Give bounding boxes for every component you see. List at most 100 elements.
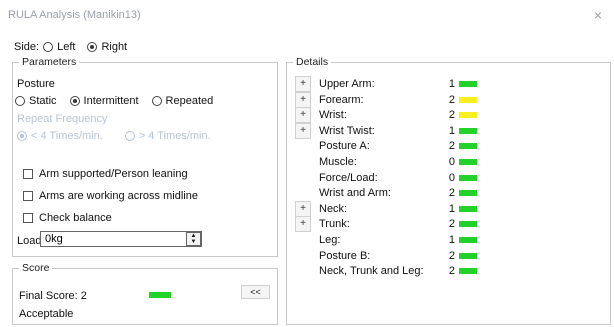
detail-value: 1 xyxy=(448,202,455,215)
posture-repeated-radio[interactable] xyxy=(151,96,162,106)
score-level-bar xyxy=(459,174,477,181)
details-row: + Upper Arm: 1 xyxy=(287,76,612,92)
detail-label: Forearm: xyxy=(319,93,364,106)
detail-label: Wrist: xyxy=(319,109,347,122)
check-balance-checkbox[interactable] xyxy=(23,213,33,223)
posture-intermittent-label[interactable]: Intermittent xyxy=(84,95,139,107)
posture-options: Static Intermittent Repeated xyxy=(15,95,213,107)
detail-value: 2 xyxy=(448,249,455,262)
posture-static-label[interactable]: Static xyxy=(29,95,57,107)
midline-checkbox[interactable] xyxy=(23,191,33,201)
details-row: Force/Load: 0 xyxy=(287,170,612,186)
arm-supported-checkbox[interactable] xyxy=(23,169,33,179)
expand-button[interactable]: + xyxy=(295,200,311,217)
score-level-bar xyxy=(459,143,477,150)
midline-label[interactable]: Arms are working across midline xyxy=(39,190,198,202)
score-level-bar xyxy=(459,127,477,134)
score-level-bar xyxy=(459,237,477,243)
details-row: Posture B: 2 xyxy=(287,248,612,264)
posture-label: Posture xyxy=(17,78,55,90)
arm-supported-row[interactable]: Arm supported/Person leaning xyxy=(23,168,188,180)
arm-supported-label[interactable]: Arm supported/Person leaning xyxy=(39,168,188,180)
side-right-radio[interactable] xyxy=(87,42,98,52)
expand-button[interactable]: + xyxy=(295,216,311,233)
detail-value: 0 xyxy=(448,171,455,184)
load-spinner[interactable]: ▲ ▼ xyxy=(186,232,201,246)
score-level-bar xyxy=(459,268,477,275)
details-row: Neck, Trunk and Leg: 2 xyxy=(287,263,612,279)
check-balance-label[interactable]: Check balance xyxy=(39,212,112,224)
details-row: Wrist and Arm: 2 xyxy=(287,185,612,201)
details-legend: Details xyxy=(296,56,329,68)
repeat-more-radio[interactable] xyxy=(124,131,135,141)
posture-static-radio[interactable] xyxy=(15,96,25,106)
detail-label: Upper Arm: xyxy=(319,78,375,90)
score-level-bar xyxy=(459,159,477,165)
side-left-radio[interactable] xyxy=(43,42,54,52)
rula-dialog: RULA Analysis (Manikin13) × Side: Left R… xyxy=(0,0,614,327)
parameters-group: Parameters Posture Static Intermittent R… xyxy=(12,56,278,257)
detail-label: Muscle: xyxy=(319,156,357,168)
load-input[interactable] xyxy=(40,231,202,247)
repeat-less-radio[interactable] xyxy=(17,131,27,141)
side-label: Side: xyxy=(14,41,40,53)
detail-value: 2 xyxy=(448,218,455,231)
repeat-frequency-label: Repeat Frequency xyxy=(17,113,108,125)
score-level-bar xyxy=(459,252,477,259)
detail-label: Trunk: xyxy=(319,218,350,231)
detail-label: Neck: xyxy=(319,202,348,215)
side-selector: Side: Left Right xyxy=(14,41,127,53)
score-level-bar xyxy=(459,190,477,197)
detail-value: 2 xyxy=(448,109,455,122)
score-level-bar xyxy=(459,221,477,228)
details-group: Details + Upper Arm: 1 + Forearm: 2 + Wrist: 2 + W… xyxy=(286,56,611,325)
expand-button[interactable]: + xyxy=(295,107,311,124)
side-left-label[interactable]: Left xyxy=(57,41,75,53)
check-balance-row[interactable]: Check balance xyxy=(23,212,112,224)
repeat-frequency-options: < 4 Times/min. > 4 Times/min. xyxy=(17,130,211,142)
score-level-bar xyxy=(459,205,477,212)
details-row: Leg: 1 xyxy=(287,232,612,248)
midline-row[interactable]: Arms are working across midline xyxy=(23,190,198,202)
detail-label: Neck, Trunk and Leg: xyxy=(319,265,424,278)
details-row: + Wrist Twist: 1 xyxy=(287,122,612,139)
details-row: Posture A: 2 xyxy=(287,138,612,154)
parameters-legend: Parameters xyxy=(22,56,77,68)
detail-value: 1 xyxy=(448,234,455,246)
collapse-details-button[interactable]: << xyxy=(241,285,270,299)
score-level-bar xyxy=(459,112,477,119)
detail-label: Leg: xyxy=(319,234,341,246)
score-legend: Score xyxy=(22,262,50,274)
details-row: + Forearm: 2 xyxy=(287,91,612,108)
detail-label: Posture A: xyxy=(319,140,370,153)
detail-label: Wrist Twist: xyxy=(319,124,375,137)
detail-label: Posture B: xyxy=(319,249,371,262)
detail-value: 0 xyxy=(448,156,455,168)
final-score-label: Final Score: 2 xyxy=(19,290,87,302)
detail-value: 2 xyxy=(448,140,455,153)
spin-down-icon[interactable]: ▼ xyxy=(191,239,197,245)
details-row: Muscle: 0 xyxy=(287,154,612,170)
detail-value: 1 xyxy=(448,78,455,90)
detail-label: Force/Load: xyxy=(319,171,378,184)
detail-value: 2 xyxy=(448,187,455,200)
repeat-less-label[interactable]: < 4 Times/min. xyxy=(31,130,103,142)
score-level-bar xyxy=(459,81,477,87)
window-title: RULA Analysis (Manikin13) xyxy=(8,9,141,21)
detail-value: 1 xyxy=(448,124,455,137)
posture-repeated-label[interactable]: Repeated xyxy=(166,95,214,107)
close-icon[interactable]: × xyxy=(594,7,602,23)
posture-intermittent-radio[interactable] xyxy=(69,96,80,106)
expand-button[interactable]: + xyxy=(295,122,311,139)
title-bar: RULA Analysis (Manikin13) × xyxy=(0,0,614,30)
detail-value: 2 xyxy=(448,93,455,106)
expand-button[interactable]: + xyxy=(295,76,311,92)
details-row: + Neck: 1 xyxy=(287,200,612,217)
repeat-more-label[interactable]: > 4 Times/min. xyxy=(139,130,211,142)
detail-label: Wrist and Arm: xyxy=(319,187,391,200)
details-row: + Trunk: 2 xyxy=(287,216,612,233)
expand-button[interactable]: + xyxy=(295,91,311,108)
side-right-label[interactable]: Right xyxy=(101,41,127,53)
final-score-bar xyxy=(149,292,171,298)
verdict-label: Acceptable xyxy=(19,308,74,320)
